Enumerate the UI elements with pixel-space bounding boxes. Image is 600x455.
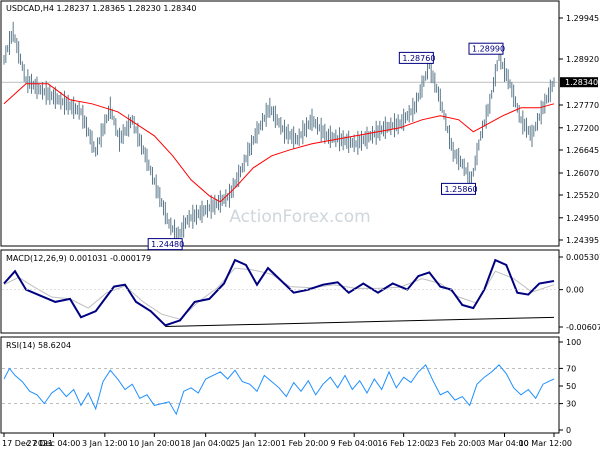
price-y-tick-label: 1.25520 (566, 191, 599, 200)
price-y-tick-label: 1.27770 (566, 101, 599, 110)
price-y-tick-label: 1.27200 (566, 124, 599, 133)
price-y-tick-label: 1.26070 (566, 169, 599, 178)
x-tick-label: 18 Jan 04:00 (180, 439, 231, 448)
rsi-y-tick-label: 50 (566, 382, 576, 391)
macd-y-tick-label: 0.005307 (566, 253, 600, 262)
x-tick-label: 16 Feb 12:00 (377, 439, 429, 448)
x-tick-label: 25 Jan 12:00 (230, 439, 281, 448)
rsi-panel-title: RSI(14) 58.6204 (6, 341, 71, 350)
price-panel-title: USDCAD,H4 1.28237 1.28365 1.28230 1.2834… (6, 4, 196, 13)
x-tick-label: 10 Mar 12:00 (519, 439, 572, 448)
price-annotation-label: 1.25860 (445, 185, 478, 194)
price-y-tick-label: 1.24950 (566, 214, 599, 223)
x-tick-label: 27 Dec 04:00 (27, 439, 81, 448)
price-y-tick-label: 1.26645 (566, 146, 599, 155)
price-y-tick-label: 1.24395 (566, 236, 599, 245)
x-tick-label: 23 Feb 20:00 (429, 439, 481, 448)
price-annotation-label: 1.28990 (472, 45, 505, 54)
price-annotation-label: 1.24480 (151, 240, 184, 249)
chart-canvas: ActionForex.com 1.28760 1.28990 1.25860 1.2… (0, 0, 600, 448)
watermark: ActionForex.com (229, 207, 370, 227)
macd-y-tick-label: -0.006074 (566, 323, 600, 332)
rsi-y-tick-label: 100 (566, 338, 581, 347)
x-tick-label: 10 Jan 20:00 (129, 439, 180, 448)
macd-panel-title: MACD(12,26,9) 0.001031 -0.000179 (6, 254, 151, 263)
x-tick-label: 3 Jan 12:00 (82, 439, 128, 448)
x-tick-label: 1 Feb 20:00 (281, 439, 328, 448)
price-annotation-label: 1.28760 (402, 54, 435, 63)
rsi-y-tick-label: 30 (566, 400, 576, 409)
rsi-y-tick-label: 0 (566, 426, 571, 435)
price-y-tick-label: 1.28920 (566, 55, 599, 64)
x-tick-label: 9 Feb 04:00 (330, 439, 377, 448)
rsi-panel[interactable] (0, 336, 560, 434)
macd-y-tick-label: 0.00 (566, 286, 584, 295)
price-y-tick-label: 1.29945 (566, 14, 599, 23)
rsi-y-tick-label: 70 (566, 364, 576, 373)
last-price-label: 1.28340 (565, 78, 598, 87)
forex-chart: ActionForex.com 1.28760 1.28990 1.25860 1.2… (0, 0, 600, 450)
